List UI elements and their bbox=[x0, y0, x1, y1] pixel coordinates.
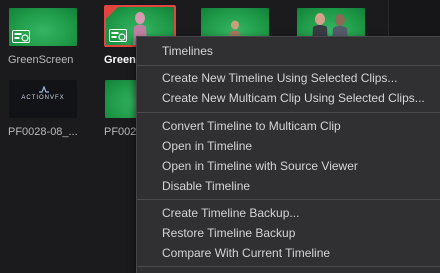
timeline-icon bbox=[109, 29, 127, 42]
menu-item-disable-timeline[interactable]: Disable Timeline bbox=[162, 179, 250, 193]
menu-header-timelines: Timelines bbox=[162, 44, 213, 58]
menu-item-create-backup[interactable]: Create Timeline Backup... bbox=[162, 206, 299, 220]
menu-item-open-in-timeline[interactable]: Open in Timeline bbox=[162, 139, 252, 153]
menu-item-restore-backup[interactable]: Restore Timeline Backup bbox=[162, 226, 295, 240]
menu-item-create-new-timeline[interactable]: Create New Timeline Using Selected Clips… bbox=[162, 71, 397, 85]
clip-thumbnail[interactable]: ACTIONVFX bbox=[8, 79, 78, 119]
menu-item-convert-to-multicam[interactable]: Convert Timeline to Multicam Clip bbox=[162, 119, 341, 133]
menu-item-create-multicam-clip[interactable]: Create New Multicam Clip Using Selected … bbox=[162, 91, 425, 105]
clip-name: GreenScreen bbox=[8, 54, 74, 66]
context-menu: Timelines Create New Timeline Using Sele… bbox=[136, 36, 440, 273]
logo-text: ACTIONVFX bbox=[21, 95, 65, 101]
actionvfx-logo-icon bbox=[39, 86, 49, 93]
clip-greenscreen[interactable]: GreenScreen bbox=[8, 7, 78, 66]
menu-separator bbox=[137, 266, 440, 267]
menu-item-open-with-source-viewer[interactable]: Open in Timeline with Source Viewer bbox=[162, 159, 358, 173]
menu-separator bbox=[137, 65, 440, 66]
clip-pf0028-08[interactable]: ACTIONVFX PF0028-08_... bbox=[8, 79, 78, 138]
flag-icon bbox=[106, 7, 118, 19]
panel-edge bbox=[388, 0, 440, 36]
clip-thumbnail[interactable] bbox=[8, 7, 78, 47]
menu-separator bbox=[137, 112, 440, 113]
menu-separator bbox=[137, 199, 440, 200]
menu-item-compare-current[interactable]: Compare With Current Timeline bbox=[162, 246, 330, 260]
timeline-icon bbox=[12, 30, 30, 43]
clip-name: PF0028-08_... bbox=[8, 126, 78, 138]
